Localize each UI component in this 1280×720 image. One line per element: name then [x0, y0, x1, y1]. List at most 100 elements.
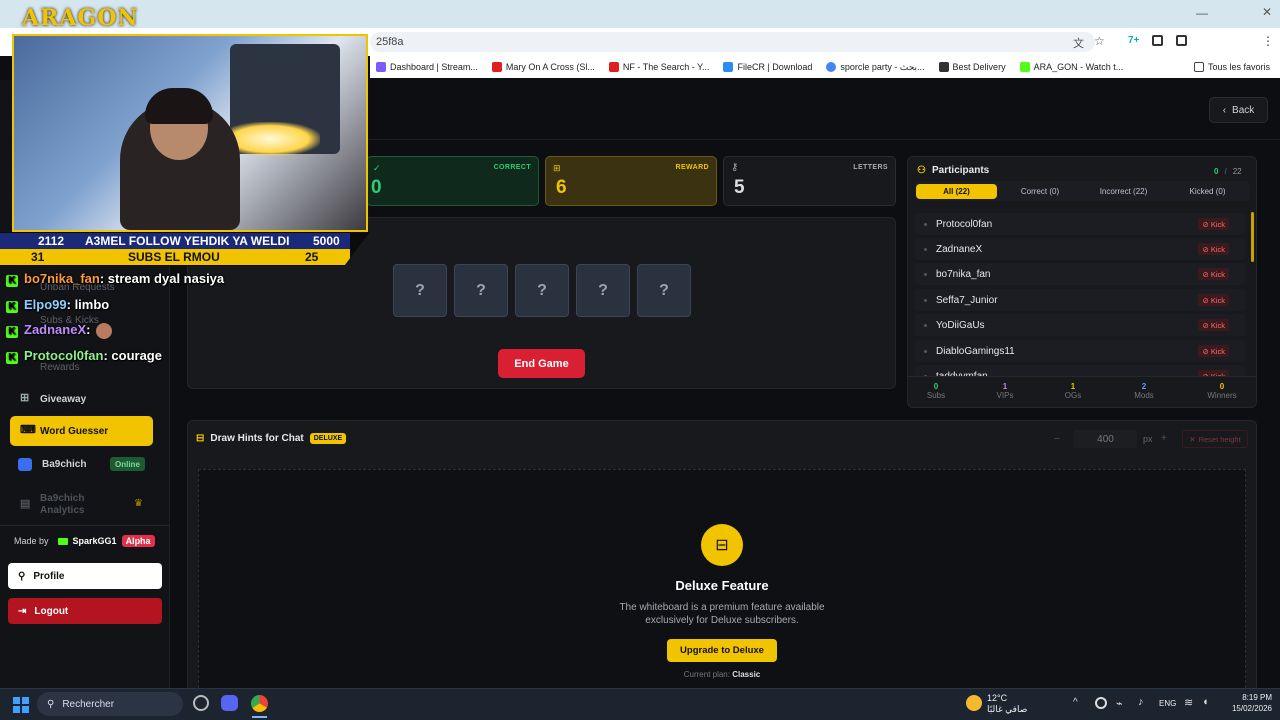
ogs-stat: 1 OGs: [1043, 382, 1103, 400]
chrome-icon[interactable]: [251, 695, 268, 712]
participant-name: YoDiiGaUs: [936, 319, 985, 331]
taskview-icon[interactable]: [193, 695, 209, 711]
tab-correct[interactable]: Correct (0): [1000, 184, 1080, 199]
close-window-icon[interactable]: ✕: [1262, 5, 1272, 19]
ogs-value: 1: [1070, 382, 1076, 391]
sidebar-item-analytics[interactable]: ▤ Ba9chich Analytics: [10, 490, 120, 520]
sync-icon[interactable]: [1095, 697, 1107, 709]
online-badge: Online: [110, 457, 145, 471]
weather-widget[interactable]: 12°C صافي غالبًا: [987, 693, 1027, 715]
tab-incorrect[interactable]: Incorrect (22): [1083, 184, 1164, 199]
made-by-link[interactable]: SparkGG1: [73, 536, 117, 546]
emote-icon: [96, 322, 113, 339]
check-icon: ✓: [373, 163, 381, 173]
height-minus-button[interactable]: −: [1054, 434, 1060, 445]
participant-name: DiabloGamings11: [936, 345, 1015, 357]
bookmark-star-icon[interactable]: ☆: [1094, 34, 1105, 48]
minimize-icon[interactable]: —: [1196, 6, 1208, 20]
chat-message: K Elpo99: limbo: [6, 297, 109, 313]
tray-chevron-icon[interactable]: ^: [1073, 697, 1078, 708]
reset-height-button[interactable]: ✕ Reset height: [1182, 430, 1248, 448]
gamepad-icon: ⊟: [701, 524, 743, 566]
volume-icon[interactable]: ◖: [1202, 696, 1209, 708]
back-button[interactable]: ‹ Back: [1209, 97, 1268, 123]
reward-stat-card: ⊞ REWARD 6: [545, 156, 717, 206]
kick-button[interactable]: ⊘ Kick: [1198, 294, 1229, 306]
google-icon: [826, 62, 837, 72]
ticker-row-follows: 2112 A3MEL FOLLOW YEHDIK YA WELDI 5000: [0, 233, 350, 249]
height-unit: px: [1143, 434, 1153, 444]
kick-label: Kick: [1210, 295, 1225, 305]
network-icon[interactable]: ⌁: [1116, 697, 1123, 710]
gamepad-icon: ⊟: [196, 433, 205, 444]
bookmark-item[interactable]: NF - The Search - Y...: [608, 62, 709, 72]
kick-button[interactable]: ⊘ Kick: [1198, 345, 1229, 357]
participants-list: Protocol0fan ⊘ Kick ZadnaneX ⊘ Kick bo7nik…: [907, 210, 1257, 376]
draw-hints-title: Draw Hints for Chat: [210, 433, 304, 444]
chat-user: bo7nika_fan: [24, 271, 100, 286]
translate-icon[interactable]: 文: [1073, 35, 1084, 51]
profile-button[interactable]: ⚲ Profile: [8, 563, 162, 589]
sidebar-item-giveaway[interactable]: ⊞ Giveaway: [10, 384, 153, 414]
participants-count: 0 / 22: [1214, 167, 1242, 176]
participant-name: bo7nika_fan: [936, 268, 991, 280]
tab-all[interactable]: All (22): [916, 184, 997, 199]
kick-button[interactable]: ⊘ Kick: [1198, 268, 1229, 280]
sidebar-item-ba9chich[interactable]: Ba9chich Online: [10, 449, 153, 479]
browser-menu-icon[interactable]: ⋮: [1262, 34, 1274, 48]
alpha-badge: Alpha: [121, 535, 155, 547]
extensions-icon[interactable]: [1152, 35, 1163, 46]
kick-button[interactable]: ⊘ Kick: [1198, 243, 1229, 255]
upgrade-button[interactable]: Upgrade to Deluxe: [667, 639, 777, 662]
key-icon: ⚷: [731, 162, 739, 173]
bullet-dot: [924, 298, 927, 302]
clock-date: 15/02/2026: [1231, 704, 1272, 713]
bookmark-item[interactable]: Best Delivery: [938, 62, 1006, 72]
wifi-icon[interactable]: ≋: [1184, 696, 1193, 709]
bookmark-item[interactable]: FileCR | Download: [723, 62, 812, 72]
extension-icon[interactable]: 7+: [1128, 35, 1139, 46]
puzzle-icon[interactable]: [1176, 35, 1187, 46]
bookmark-item[interactable]: Mary On A Cross (Sl...: [491, 62, 595, 72]
taskbar-search[interactable]: ⚲ Rechercher: [37, 692, 183, 716]
bullet-dot: [924, 272, 927, 276]
chat-user: Elpo99: [24, 297, 67, 312]
weather-temp: 12°C: [987, 693, 1008, 703]
draw-hints-header: ⊟ Draw Hints for Chat DELUXE: [196, 433, 347, 444]
list-item: taddyvmfan ⊘ Kick: [915, 365, 1245, 376]
end-game-button[interactable]: End Game: [498, 349, 585, 378]
bookmark-item[interactable]: ARA_GON - Watch t...: [1019, 62, 1123, 72]
clock[interactable]: 8:19 PM 15/02/2026: [1222, 692, 1272, 714]
correct-stat-card: ✓ CORRECT 0: [366, 156, 539, 206]
tab-kicked[interactable]: Kicked (0): [1167, 184, 1248, 199]
current-plan: Current plan: Classic: [622, 670, 822, 679]
windows-start-icon[interactable]: [13, 697, 29, 713]
address-field[interactable]: 25f8a: [370, 32, 1095, 52]
subs-value: 0: [933, 382, 939, 391]
users-icon: ⚇: [917, 165, 926, 176]
all-favorites[interactable]: Tous les favoris: [1193, 62, 1270, 72]
discord-icon[interactable]: [221, 695, 238, 711]
count-separator: /: [1224, 167, 1227, 176]
gift-icon: ⊞: [553, 163, 561, 173]
kick-button[interactable]: ⊘ Kick: [1198, 218, 1229, 230]
youtube-icon: [608, 62, 619, 72]
height-input[interactable]: 400: [1074, 430, 1137, 448]
browser-tab-strip: [0, 0, 1280, 28]
dashboard-icon: [376, 62, 386, 72]
chat-user: ZadnaneX: [24, 322, 87, 337]
sidebar-item-word-guesser[interactable]: ⌨ Word Guesser: [10, 416, 153, 446]
kick-button[interactable]: ⊘ Kick: [1198, 319, 1229, 331]
kick-label: Kick: [1210, 269, 1225, 279]
height-plus-button[interactable]: +: [1161, 433, 1167, 444]
logout-button[interactable]: ⇥ Logout: [8, 598, 162, 624]
bookmark-item[interactable]: Dashboard | Stream...: [376, 62, 478, 72]
microphone-icon[interactable]: ♪: [1138, 696, 1144, 708]
ogs-label: OGs: [1064, 391, 1082, 400]
bullet-dot: [924, 349, 927, 353]
ticker-follow-text: A3MEL FOLLOW YEHDIK YA WELDI: [85, 234, 290, 248]
list-scrollbar[interactable]: [1251, 212, 1254, 262]
participant-name: Protocol0fan: [936, 218, 993, 230]
language-indicator[interactable]: ENG: [1159, 699, 1176, 708]
bookmark-item[interactable]: sporcle party - بحث...: [826, 62, 925, 73]
